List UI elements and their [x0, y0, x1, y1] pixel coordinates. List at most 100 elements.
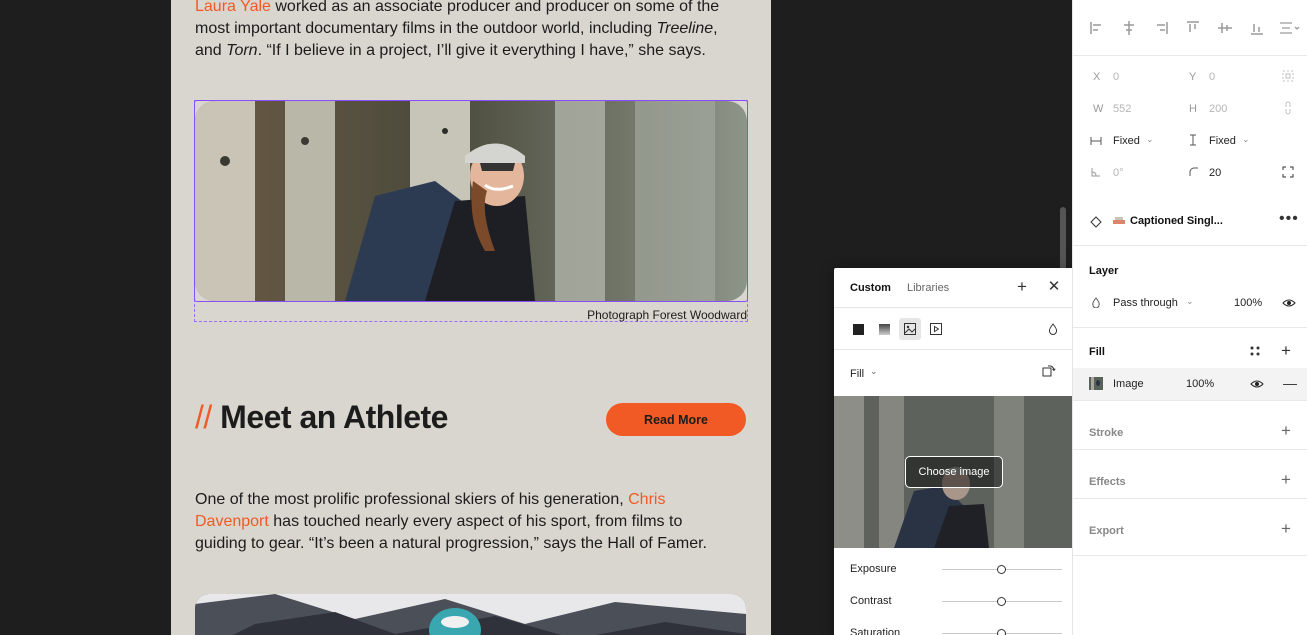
- rotation-input[interactable]: 0°: [1113, 167, 1124, 179]
- fill-opacity-input[interactable]: 100%: [1186, 378, 1214, 390]
- add-stroke-icon[interactable]: +: [1281, 421, 1291, 441]
- remove-fill-icon[interactable]: —: [1283, 375, 1297, 391]
- chevron-down-icon[interactable]: ⌄: [1186, 296, 1194, 307]
- canvas-frame[interactable]: Laura Yale worked as an associate produc…: [171, 0, 771, 635]
- height-mode-dropdown[interactable]: Fixed: [1209, 135, 1236, 147]
- image-preview: Choose image: [834, 396, 1074, 548]
- skier-photo[interactable]: [195, 594, 746, 635]
- exposure-slider[interactable]: Exposure: [850, 560, 1062, 580]
- tab-libraries[interactable]: Libraries: [907, 282, 949, 294]
- instance-diamond-icon: [1090, 216, 1102, 228]
- properties-panel: X 0 Y 0 W 552 H 200 Fixed ⌄ Fixed ⌄ 0° 2…: [1072, 0, 1307, 635]
- corner-radius-input[interactable]: 20: [1209, 167, 1221, 179]
- laura-yale-link[interactable]: Laura Yale: [195, 0, 271, 15]
- para1-text-a: worked as an associate producer and prod…: [195, 0, 720, 37]
- alignment-toolbar: [1073, 0, 1307, 56]
- component-row: Captioned Singl... •••: [1073, 198, 1307, 246]
- w-input[interactable]: 552: [1113, 103, 1131, 115]
- export-title: Export: [1089, 525, 1124, 537]
- constrain-proportions-icon[interactable]: [1283, 101, 1293, 115]
- canvas-scrollbar[interactable]: [1060, 207, 1066, 271]
- blend-mode-dropdown[interactable]: Pass through: [1113, 297, 1178, 309]
- rotation-icon: [1091, 168, 1100, 177]
- y-label: Y: [1189, 71, 1197, 83]
- video-fill-icon[interactable]: [925, 318, 947, 340]
- rotate-image-icon[interactable]: [1042, 364, 1056, 381]
- solid-fill-icon[interactable]: [847, 318, 869, 340]
- hiker-photo-art: [195, 101, 747, 301]
- width-resizing-icon: [1090, 137, 1102, 145]
- style-grid-icon[interactable]: [1250, 346, 1260, 356]
- saturation-knob[interactable]: [997, 629, 1006, 635]
- effects-section: Effects +: [1073, 450, 1307, 499]
- contrast-knob[interactable]: [997, 597, 1006, 606]
- add-export-icon[interactable]: +: [1281, 519, 1291, 539]
- eye-icon[interactable]: [1250, 379, 1264, 389]
- fill-type-selector: [834, 308, 1074, 350]
- contrast-slider[interactable]: Contrast: [850, 592, 1062, 612]
- fill-item-image[interactable]: Image 100% —: [1073, 368, 1307, 400]
- intro-paragraph: Laura Yale worked as an associate produc…: [195, 0, 735, 62]
- image-swatch-icon[interactable]: [1089, 377, 1103, 390]
- saturation-slider[interactable]: Saturation: [850, 624, 1062, 635]
- para1-text-c: . “If I believe in a project, I’ll give …: [257, 42, 706, 59]
- eye-icon[interactable]: [1282, 298, 1296, 308]
- layer-section: Layer Pass through ⌄ 100%: [1073, 246, 1307, 328]
- distribute-spacing-icon[interactable]: [1278, 20, 1300, 36]
- add-style-icon[interactable]: +: [1014, 278, 1030, 295]
- exposure-knob[interactable]: [997, 565, 1006, 574]
- align-top-icon[interactable]: [1185, 20, 1201, 36]
- stroke-title: Stroke: [1089, 427, 1124, 439]
- x-input[interactable]: 0: [1113, 71, 1119, 83]
- independent-corners-icon[interactable]: [1282, 166, 1294, 178]
- chevron-down-icon[interactable]: ⌄: [1146, 134, 1154, 145]
- width-mode-dropdown[interactable]: Fixed: [1113, 135, 1140, 147]
- close-icon[interactable]: ✕: [1046, 279, 1062, 295]
- fill-mode-dropdown[interactable]: Fill: [850, 368, 864, 380]
- para2-text-a: One of the most prolific professional sk…: [195, 491, 629, 508]
- read-more-button[interactable]: Read More: [606, 403, 746, 436]
- heading-text: Meet an Athlete: [220, 399, 448, 435]
- popover-header: Custom Libraries + ✕: [834, 268, 1074, 308]
- chevron-down-icon[interactable]: ⌄: [870, 366, 878, 377]
- align-horizontal-center-icon[interactable]: [1121, 20, 1137, 36]
- effects-title: Effects: [1089, 476, 1126, 488]
- w-label: W: [1093, 103, 1104, 115]
- component-thumbnail-icon: [1113, 217, 1125, 224]
- contrast-label: Contrast: [850, 595, 892, 607]
- layer-title: Layer: [1089, 265, 1119, 277]
- component-name[interactable]: Captioned Singl...: [1130, 215, 1223, 227]
- align-vertical-center-icon[interactable]: [1217, 20, 1233, 36]
- h-label: H: [1189, 103, 1197, 115]
- y-input[interactable]: 0: [1209, 71, 1215, 83]
- layer-opacity-input[interactable]: 100%: [1234, 297, 1262, 309]
- para2-text-b: has touched nearly every aspect of his s…: [195, 513, 707, 552]
- align-left-icon[interactable]: [1089, 20, 1105, 36]
- section-heading: // Meet an Athlete: [195, 399, 448, 436]
- heading-slashes: //: [195, 399, 212, 435]
- blend-drop-icon[interactable]: [1042, 318, 1064, 340]
- h-input[interactable]: 200: [1209, 103, 1227, 115]
- chevron-down-icon[interactable]: ⌄: [1242, 134, 1250, 145]
- saturation-label: Saturation: [850, 627, 901, 635]
- export-section: Export +: [1073, 499, 1307, 556]
- para1-film-torn: Torn: [226, 42, 258, 59]
- corner-radius-icon: [1189, 167, 1198, 176]
- gradient-fill-icon[interactable]: [873, 318, 895, 340]
- fill-section: Fill + Image 100% —: [1073, 328, 1307, 401]
- height-resizing-icon: [1190, 134, 1196, 146]
- image-fill-icon[interactable]: [899, 318, 921, 340]
- constraints-icon[interactable]: [1282, 70, 1294, 82]
- x-label: X: [1093, 71, 1101, 83]
- hiker-photo[interactable]: [195, 101, 747, 301]
- align-bottom-icon[interactable]: [1249, 20, 1265, 36]
- more-options-icon[interactable]: •••: [1279, 210, 1299, 228]
- athlete-paragraph: One of the most prolific professional sk…: [195, 489, 735, 555]
- fill-mode-row: Fill ⌄: [834, 350, 1074, 396]
- blend-drop-icon: [1092, 297, 1100, 308]
- align-right-icon[interactable]: [1153, 20, 1169, 36]
- choose-image-button[interactable]: Choose image: [905, 456, 1003, 488]
- add-fill-icon[interactable]: +: [1281, 341, 1291, 361]
- add-effect-icon[interactable]: +: [1281, 470, 1291, 490]
- tab-custom[interactable]: Custom: [850, 282, 891, 294]
